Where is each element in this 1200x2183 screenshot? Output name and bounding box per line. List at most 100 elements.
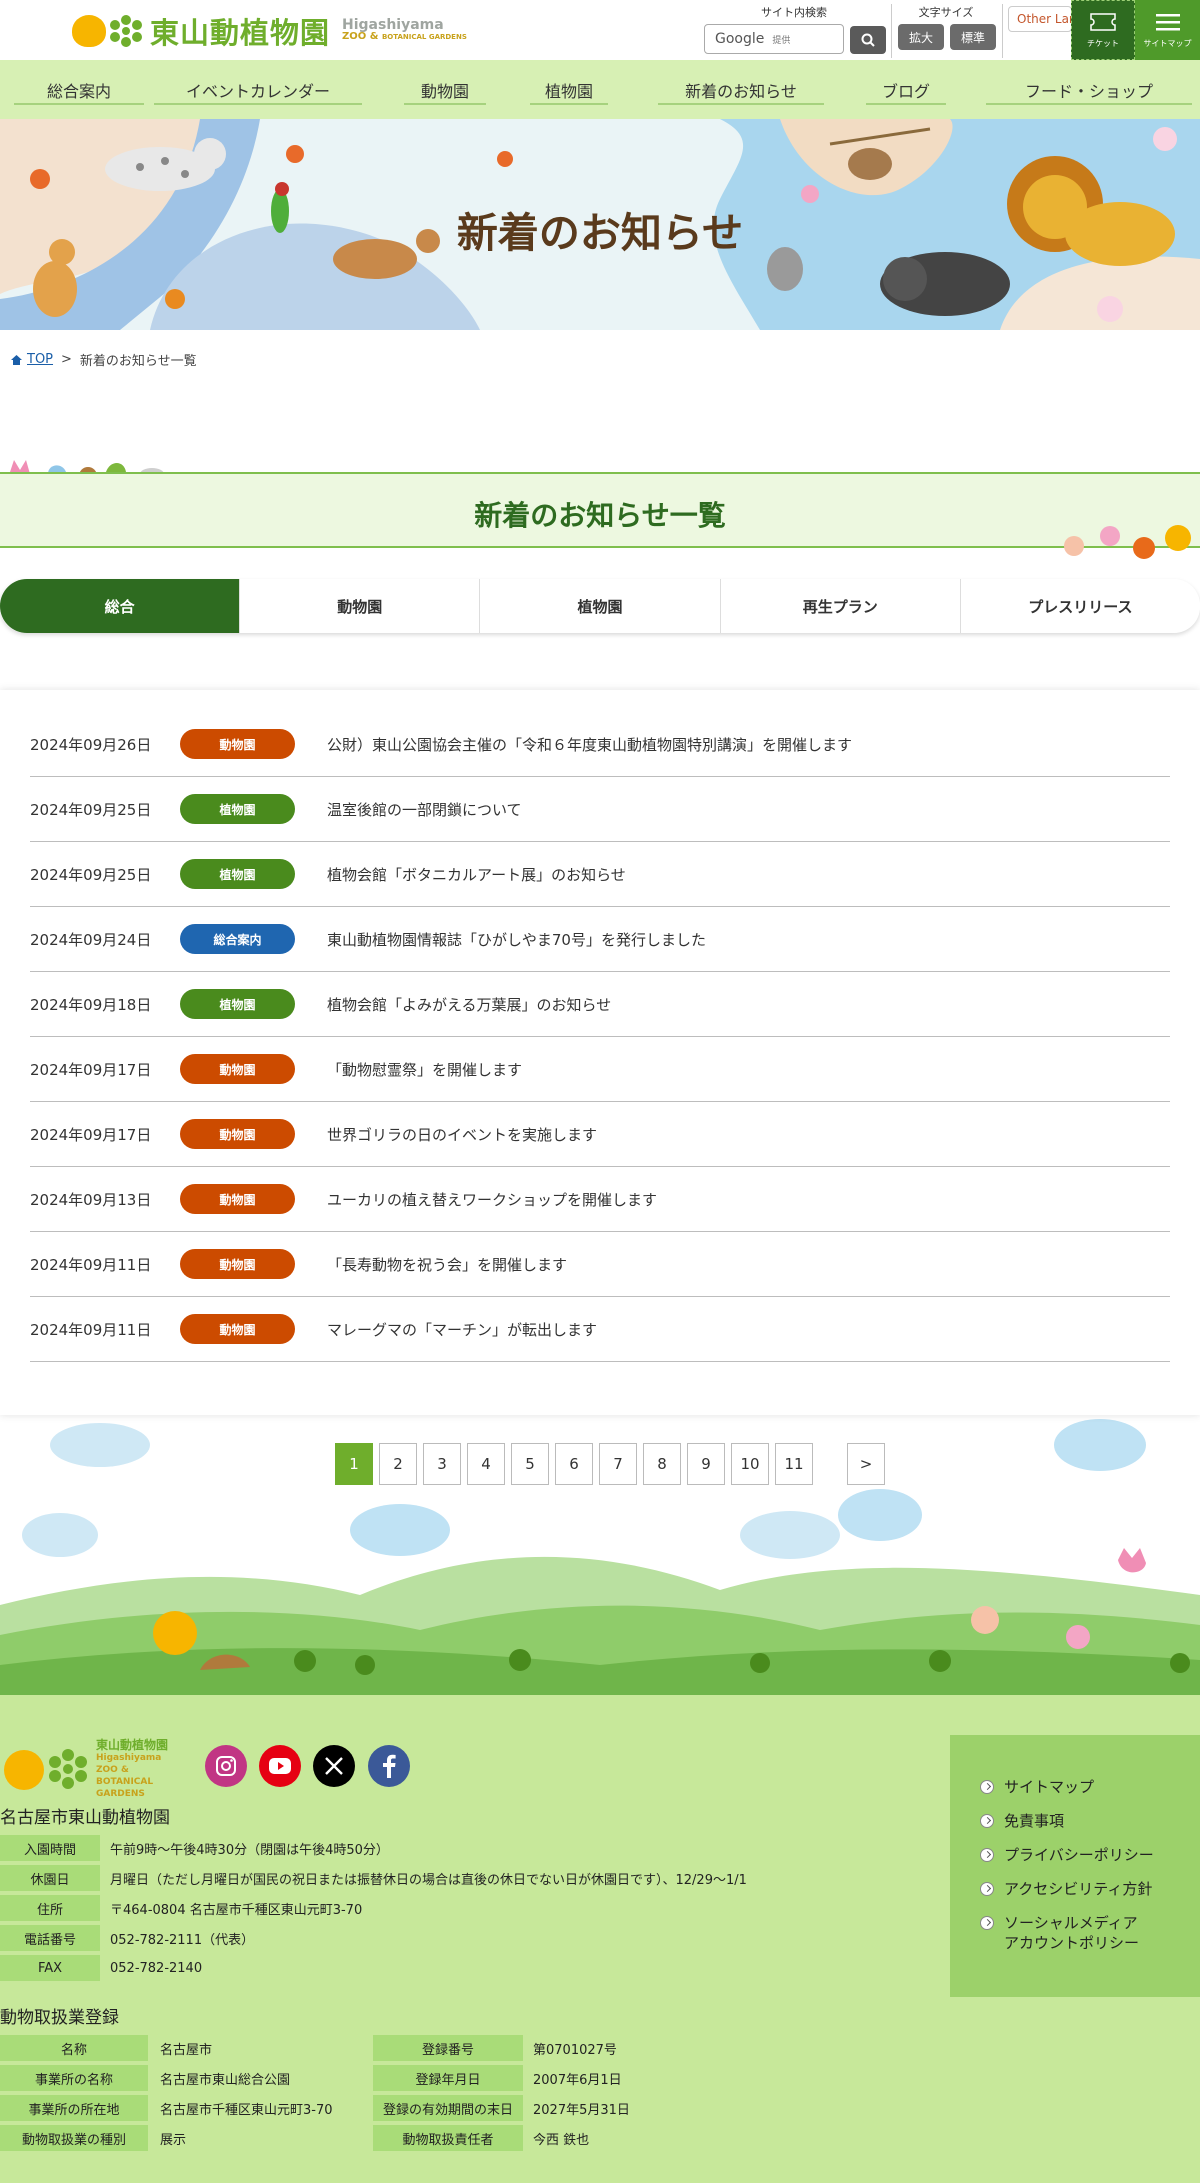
news-title-link[interactable]: 公財）東山公園協会主催の「令和６年度東山動植物園特別講演」を開催します [327, 734, 852, 755]
nav-item-event-calendar[interactable]: イベントカレンダー [154, 60, 362, 119]
tab-revitalization-plan[interactable]: 再生プラン [720, 579, 961, 633]
nav-item-news[interactable]: 新着のお知らせ [658, 60, 824, 119]
news-item[interactable]: 2024年09月18日 植物園 植物会館「よみがえる万葉展」のお知らせ [30, 972, 1170, 1037]
news-item[interactable]: 2024年09月11日 動物園 マレーグマの「マーチン」が転出します [30, 1297, 1170, 1362]
tab-all[interactable]: 総合 [0, 579, 241, 633]
nav-item-zoo[interactable]: 動物園 [404, 60, 486, 119]
page-button[interactable]: 8 [643, 1443, 681, 1485]
hero-banner: 新着のお知らせ [0, 119, 1200, 330]
font-size-large-button[interactable]: 拡大 [898, 24, 944, 50]
footer-logo[interactable]: 東山動植物園 Higashiyama ZOO & BOTANICAL GARDE… [2, 1738, 184, 1799]
news-list: 2024年09月26日 動物園 公財）東山公園協会主催の「令和６年度東山動植物園… [0, 690, 1200, 1415]
tab-zoo[interactable]: 動物園 [240, 579, 481, 633]
footer-link-sitemap[interactable]: サイトマップ [980, 1777, 1200, 1797]
font-size-control: 文字サイズ 拡大 標準 [894, 4, 998, 56]
footer-links: サイトマップ 免責事項 プライバシーポリシー アクセシビリティ方針 ソーシャルメ… [950, 1735, 1200, 1997]
nav-item-food-shop[interactable]: フード・ショップ [986, 60, 1192, 119]
site-footer: 東山動植物園 Higashiyama ZOO & BOTANICAL GARDE… [0, 1695, 1200, 2183]
font-size-normal-button[interactable]: 標準 [950, 24, 996, 50]
page-button[interactable]: 10 [731, 1443, 769, 1485]
footer-link-disclaimer[interactable]: 免責事項 [980, 1811, 1200, 1831]
news-item[interactable]: 2024年09月17日 動物園 世界ゴリラの日のイベントを実施します [30, 1102, 1170, 1167]
registration-label: 事業所の所在地 [0, 2095, 148, 2121]
site-logo[interactable]: 東山動植物園 Higashiyama ZOO & BOTANICAL GARDE… [72, 12, 472, 50]
news-date: 2024年09月18日 [30, 995, 152, 1014]
nav-item-general[interactable]: 総合案内 [14, 60, 144, 119]
news-title-link[interactable]: 東山動植物園情報誌「ひがしやま70号」を発行しました [327, 929, 706, 950]
x-twitter-icon[interactable] [313, 1745, 355, 1787]
global-nav: 総合案内 イベントカレンダー 動物園 植物園 新着のお知らせ ブログ フード・シ… [0, 60, 1200, 119]
news-item[interactable]: 2024年09月17日 動物園 「動物慰霊祭」を開催します [30, 1037, 1170, 1102]
footer-link-privacy-policy[interactable]: プライバシーポリシー [980, 1845, 1200, 1865]
home-icon [11, 354, 22, 365]
footer-info-row: 電話番号 052-782-2111（代表） [0, 1925, 254, 1951]
registration-value: 名古屋市東山総合公園 [160, 2072, 291, 2088]
tab-botanical[interactable]: 植物園 [480, 579, 721, 633]
search-title: サイト内検索 [761, 6, 827, 19]
registration-label: 登録年月日 [373, 2065, 523, 2091]
youtube-icon[interactable] [259, 1745, 301, 1787]
page-button[interactable]: 9 [687, 1443, 725, 1485]
news-title-link[interactable]: 植物会館「ボタニカルアート展」のお知らせ [327, 864, 626, 885]
news-title-link[interactable]: ユーカリの植え替えワークショップを開催します [327, 1189, 657, 1210]
breadcrumb-current: 新着のお知らせ一覧 [79, 354, 197, 369]
news-title-link[interactable]: 「動物慰霊祭」を開催します [327, 1059, 522, 1080]
category-tabs: 総合 動物園 植物園 再生プラン プレスリリース [0, 579, 1200, 633]
news-title-link[interactable]: マレーグマの「マーチン」が転出します [327, 1319, 597, 1340]
news-date: 2024年09月11日 [30, 1255, 152, 1274]
footer-info-row: 入園時間 午前9時～午後4時30分（閉園は午後4時50分） [0, 1835, 389, 1861]
news-category-badge: 植物園 [180, 859, 295, 889]
footer-info-row: FAX 052-782-2140 [0, 1955, 202, 1981]
page-button[interactable]: 3 [423, 1443, 461, 1485]
news-date: 2024年09月25日 [30, 865, 152, 884]
hero-title: 新着のお知らせ [456, 209, 744, 257]
search-input[interactable]: Google 提供 [704, 24, 844, 54]
news-date: 2024年09月17日 [30, 1125, 152, 1144]
ticket-icon [1090, 12, 1116, 31]
news-title-link[interactable]: 植物会館「よみがえる万葉展」のお知らせ [327, 994, 611, 1015]
news-title-link[interactable]: 世界ゴリラの日のイベントを実施します [327, 1124, 597, 1145]
news-title-link[interactable]: 温室後館の一部閉鎖について [327, 799, 522, 820]
news-item[interactable]: 2024年09月25日 植物園 植物会館「ボタニカルアート展」のお知らせ [30, 842, 1170, 907]
language-select[interactable]: Other Languages [1008, 6, 1072, 32]
footer-info-row: 休園日 月曜日（ただし月曜日が国民の祝日または振替休日の場合は直後の休日でない日… [0, 1865, 747, 1891]
site-header: 東山動植物園 Higashiyama ZOO & BOTANICAL GARDE… [0, 0, 1200, 60]
search-icon [861, 33, 875, 47]
facebook-icon[interactable] [368, 1745, 410, 1787]
footer-link-social-media-policy[interactable]: ソーシャルメディア アカウントポリシー [980, 1913, 1200, 1953]
chevron-right-icon [980, 1780, 994, 1794]
page-button-current[interactable]: 1 [335, 1443, 373, 1485]
news-item[interactable]: 2024年09月11日 動物園 「長寿動物を祝う会」を開催します [30, 1232, 1170, 1297]
site-search: サイト内検索 Google 提供 [702, 4, 886, 56]
registration-value: 2007年6月1日 [533, 2072, 622, 2088]
news-category-badge: 植物園 [180, 989, 295, 1019]
page-button[interactable]: 11 [775, 1443, 813, 1485]
news-date: 2024年09月25日 [30, 800, 152, 819]
page-button[interactable]: 5 [511, 1443, 549, 1485]
font-size-title: 文字サイズ [918, 6, 974, 19]
registration-label: 登録番号 [373, 2035, 523, 2061]
page-button[interactable]: 4 [467, 1443, 505, 1485]
breadcrumb-top-link[interactable]: TOP [10, 352, 53, 367]
news-category-badge: 植物園 [180, 794, 295, 824]
nav-item-botanical[interactable]: 植物園 [530, 60, 608, 119]
news-item[interactable]: 2024年09月13日 動物園 ユーカリの植え替えワークショップを開催します [30, 1167, 1170, 1232]
news-item[interactable]: 2024年09月25日 植物園 温室後館の一部閉鎖について [30, 777, 1170, 842]
page-button[interactable]: 6 [555, 1443, 593, 1485]
page-button[interactable]: 7 [599, 1443, 637, 1485]
registration-value: 2027年5月31日 [533, 2102, 630, 2118]
news-date: 2024年09月17日 [30, 1060, 152, 1079]
news-item[interactable]: 2024年09月24日 総合案内 東山動植物園情報誌「ひがしやま70号」を発行し… [30, 907, 1170, 972]
page-next-button[interactable]: > [847, 1443, 885, 1485]
footer-link-accessibility[interactable]: アクセシビリティ方針 [980, 1879, 1200, 1899]
nav-item-blog[interactable]: ブログ [866, 60, 946, 119]
breadcrumb-separator: > [61, 352, 72, 367]
instagram-icon[interactable] [205, 1745, 247, 1787]
sitemap-menu-button[interactable]: サイトマップ [1135, 0, 1200, 60]
page-button[interactable]: 2 [379, 1443, 417, 1485]
search-button[interactable] [850, 26, 886, 54]
ticket-button[interactable]: チケット [1071, 0, 1135, 60]
news-title-link[interactable]: 「長寿動物を祝う会」を開催します [327, 1254, 567, 1275]
tab-press-release[interactable]: プレスリリース [960, 579, 1200, 633]
news-item[interactable]: 2024年09月26日 動物園 公財）東山公園協会主催の「令和６年度東山動植物園… [30, 712, 1170, 777]
